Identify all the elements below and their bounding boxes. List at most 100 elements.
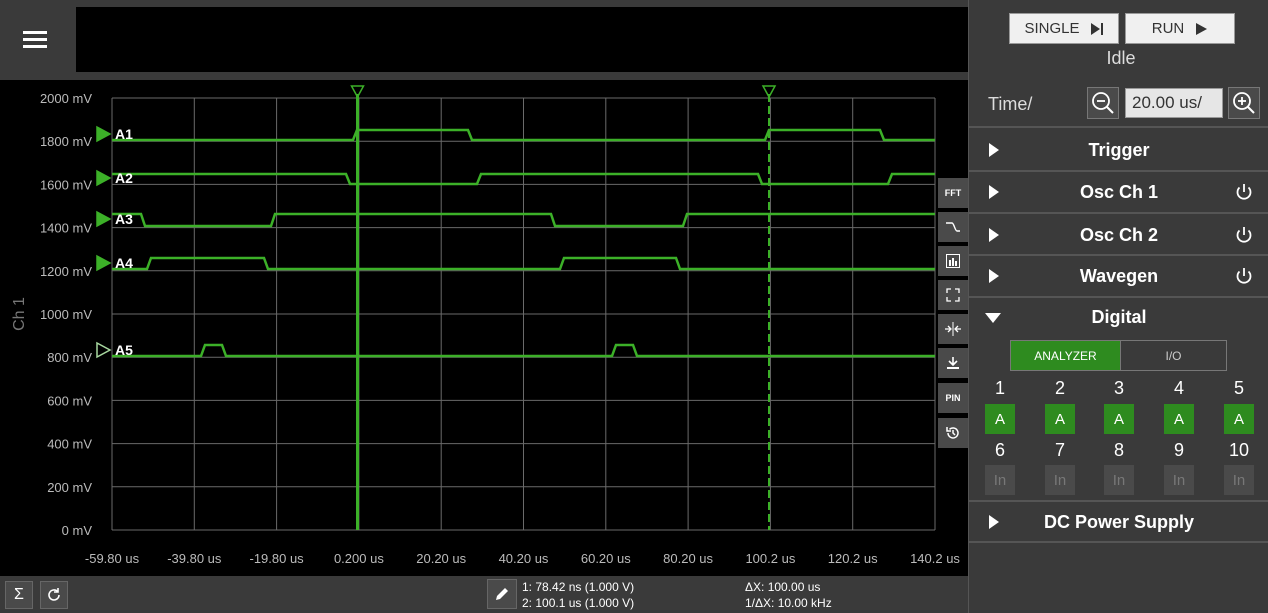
- inverse-delta-x-readout: 1/ΔX: 10.00 kHz: [745, 596, 832, 610]
- history-tool-button[interactable]: [938, 418, 968, 448]
- bar-chart-icon: [946, 254, 960, 268]
- section-osc-ch-2[interactable]: Osc Ch 2: [969, 215, 1268, 255]
- section-osc-ch-1[interactable]: Osc Ch 1: [969, 172, 1268, 212]
- pin-6-mode-button[interactable]: In: [985, 465, 1015, 495]
- pin-tool-button[interactable]: PIN: [938, 383, 968, 413]
- hamburger-icon[interactable]: [12, 20, 58, 60]
- x-tick-label: -19.80 us: [249, 551, 304, 566]
- bar-chart-tool-button[interactable]: [938, 246, 968, 276]
- app-window: 2000 mV 1800 mV 1600 mV 1400 mV 1200 mV 1000 …: [0, 0, 1268, 613]
- pin-number: 7: [1054, 440, 1065, 460]
- fft-tool-button[interactable]: FFT: [938, 178, 968, 208]
- bottom-bar: Σ 1: 78.42 ns (1.000 V) 2: 100.1 us (1.0…: [0, 576, 968, 613]
- cursors: [350, 85, 777, 530]
- zoom-in-icon: [1233, 92, 1255, 114]
- zoom-out-icon: [1092, 92, 1114, 114]
- zoom-out-button[interactable]: [1087, 87, 1119, 119]
- y-axis-ticks: 2000 mV 1800 mV 1600 mV 1400 mV 1200 mV 1000 …: [40, 91, 92, 538]
- digital-mode-tabs: ANALYZER I/O: [1010, 340, 1227, 371]
- x-tick-label: -39.80 us: [167, 551, 222, 566]
- single-button[interactable]: SINGLE: [1009, 13, 1119, 44]
- x-tick-label: 60.20 us: [581, 551, 631, 566]
- pin-icon: PIN: [945, 393, 961, 403]
- power-icon[interactable]: [1233, 181, 1255, 203]
- x-tick-label: 40.20 us: [499, 551, 549, 566]
- pencil-icon: [496, 588, 508, 600]
- plot-area[interactable]: 2000 mV 1800 mV 1600 mV 1400 mV 1200 mV 1000 …: [0, 80, 968, 576]
- cursor-1-readout: 1: 78.42 ns (1.000 V): [522, 580, 635, 594]
- y-tick-label: 600 mV: [47, 393, 92, 408]
- channel-marker-icon[interactable]: [96, 125, 112, 143]
- x-tick-label: 0.200 us: [334, 551, 384, 566]
- pin-number: 8: [1113, 440, 1124, 460]
- edit-cursor-button[interactable]: [487, 579, 517, 609]
- pin-3-mode-button[interactable]: A: [1104, 404, 1134, 434]
- y-tick-label: 1200 mV: [40, 264, 92, 279]
- oscilloscope-plot[interactable]: 2000 mV 1800 mV 1600 mV 1400 mV 1200 mV 1000 …: [0, 80, 968, 576]
- power-icon[interactable]: [1233, 224, 1255, 246]
- tab-io[interactable]: I/O: [1120, 341, 1226, 370]
- channel-marker-icon[interactable]: [96, 341, 112, 359]
- section-digital[interactable]: Digital: [969, 297, 1268, 337]
- section-title: Osc Ch 1: [1079, 182, 1159, 202]
- pin-10-mode-button[interactable]: In: [1224, 465, 1254, 495]
- pin-5-mode-button[interactable]: A: [1224, 404, 1254, 434]
- section-wavegen[interactable]: Wavegen: [969, 256, 1268, 296]
- pin-number: 4: [1173, 378, 1184, 398]
- run-label: RUN: [1151, 20, 1185, 37]
- pin-8-mode-button[interactable]: In: [1104, 465, 1134, 495]
- refresh-button[interactable]: [40, 581, 68, 609]
- section-title: Trigger: [1088, 140, 1150, 160]
- divider: [969, 126, 1268, 128]
- section-title: Osc Ch 2: [1079, 225, 1159, 245]
- y-tick-label: 1000 mV: [40, 307, 92, 322]
- pin-number: 5: [1233, 378, 1244, 398]
- sigma-button[interactable]: Σ: [5, 581, 33, 609]
- acquisition-status: Idle: [1106, 48, 1136, 68]
- channel-marker-icon[interactable]: [96, 169, 112, 187]
- edge-tool-button[interactable]: [938, 212, 968, 242]
- sigma-icon: Σ: [14, 586, 24, 603]
- pin-1-mode-button[interactable]: A: [985, 404, 1015, 434]
- channel-marker-icon[interactable]: [96, 210, 112, 228]
- time-per-div-input[interactable]: [1125, 88, 1223, 118]
- split-icon: [944, 322, 962, 336]
- x-tick-label: -59.80 us: [85, 551, 140, 566]
- zoom-in-button[interactable]: [1228, 87, 1260, 119]
- channel-labels: A1 A2 A3 A4 A5: [96, 125, 133, 359]
- pin-4-mode-button[interactable]: A: [1164, 404, 1194, 434]
- split-tool-button[interactable]: [938, 314, 968, 344]
- pin-number: 2: [1054, 378, 1065, 398]
- y-tick-label: 1400 mV: [40, 221, 92, 236]
- y-tick-label: 1600 mV: [40, 177, 92, 192]
- history-icon: [945, 425, 961, 441]
- fullscreen-tool-button[interactable]: [938, 280, 968, 310]
- channel-marker-icon[interactable]: [96, 254, 112, 272]
- y-axis-title: Ch 1: [11, 297, 28, 331]
- tab-analyzer[interactable]: ANALYZER: [1011, 341, 1120, 370]
- pin-9-mode-button[interactable]: In: [1164, 465, 1194, 495]
- section-title: Wavegen: [1079, 266, 1159, 286]
- pin-7-mode-button[interactable]: In: [1045, 465, 1075, 495]
- y-tick-label: 1800 mV: [40, 134, 92, 149]
- section-trigger[interactable]: Trigger: [969, 130, 1268, 170]
- fullscreen-icon: [946, 288, 960, 302]
- x-tick-label: 120.2 us: [828, 551, 878, 566]
- run-button[interactable]: RUN: [1125, 13, 1235, 44]
- section-dc-power-supply[interactable]: DC Power Supply: [969, 502, 1268, 542]
- y-tick-label: 400 mV: [47, 437, 92, 452]
- pin-number: 3: [1113, 378, 1124, 398]
- channel-label: A2: [115, 170, 133, 186]
- download-icon: [946, 356, 960, 370]
- x-tick-label: 100.2 us: [745, 551, 795, 566]
- top-bar: [0, 0, 969, 80]
- cursor-2-readout: 2: 100.1 us (1.000 V): [522, 596, 635, 610]
- power-icon[interactable]: [1233, 265, 1255, 287]
- y-tick-label: 0 mV: [62, 523, 93, 538]
- delta-x-readout: ΔX: 100.00 us: [745, 580, 821, 594]
- pin-number: 1: [994, 378, 1005, 398]
- pin-2-mode-button[interactable]: A: [1045, 404, 1075, 434]
- section-title: DC Power Supply: [1043, 512, 1195, 532]
- step-icon: [1090, 22, 1103, 35]
- download-tool-button[interactable]: [938, 348, 968, 378]
